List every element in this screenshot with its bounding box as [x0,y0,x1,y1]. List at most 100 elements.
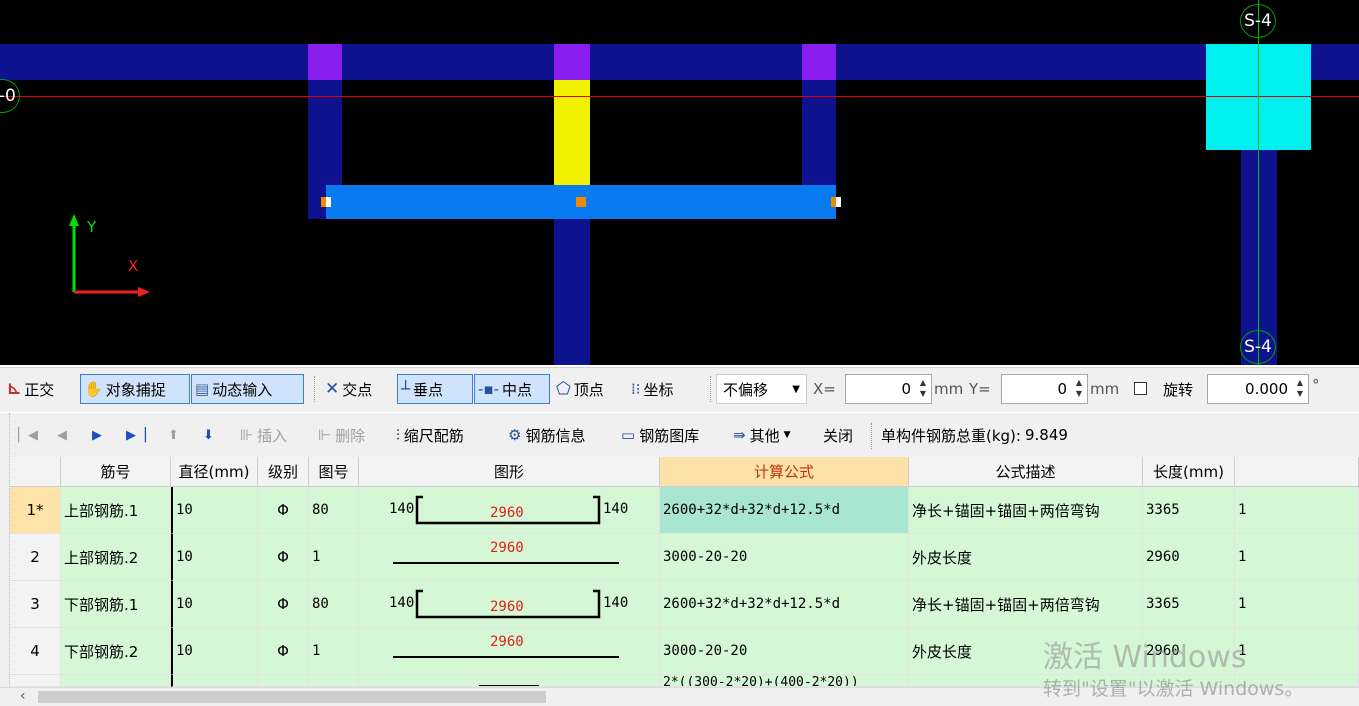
coordinate-snap-button[interactable]: ⁞⁝ 坐标 [628,374,677,404]
grade-cell[interactable]: Φ [258,487,309,534]
figure-no-cell[interactable] [309,675,359,687]
grade-cell[interactable]: Φ [258,628,309,675]
intersection-snap-button[interactable]: ✕ 交点 [322,374,375,404]
gridline-marker-bottom-right[interactable]: S-4 [1240,330,1276,364]
scrollbar-thumb[interactable] [38,691,546,703]
diameter-cell[interactable]: 10 [171,534,258,581]
description-cell[interactable]: 外皮长度 [909,534,1143,581]
rotate-angle-input[interactable]: 0.000 ▲ ▼ [1207,374,1309,404]
count-cell[interactable]: 1 [1235,628,1359,675]
grade-cell[interactable]: Φ [258,581,309,628]
column-header-length[interactable]: 长度(mm) [1143,457,1235,487]
ortho-button[interactable]: ⊾ 正交 [4,374,57,404]
shape-cell[interactable] [359,675,660,687]
rebar-id-cell[interactable]: 下部钢筋.2 [61,628,171,675]
rebar-library-button[interactable]: ▭ 钢筋图库 [621,413,699,457]
length-cell[interactable]: 3365 [1143,581,1235,628]
top-beam[interactable] [0,44,1359,80]
column-header-shape[interactable]: 图形 [359,457,660,487]
table-row[interactable]: 1* 上部钢筋.1 10 Φ 80 140 2960 140 2600+32*d… [10,487,1359,534]
length-cell[interactable]: 2960 [1143,534,1235,581]
figure-no-cell[interactable]: 80 [309,581,359,628]
move-up-icon[interactable]: ⬆ [168,413,179,457]
column-header-formula[interactable]: 计算公式 [660,457,909,487]
rebar-id-cell[interactable] [61,675,171,687]
table-row[interactable]: 3 下部钢筋.1 10 Φ 80 140 2960 140 2600+32*d+… [10,581,1359,628]
x-spinner-icon[interactable]: ▲ ▼ [917,377,929,401]
column-header-rebar-id[interactable]: 筋号 [61,457,171,487]
first-record-icon[interactable]: ▏◀ [18,413,38,457]
column-header-figure-no[interactable]: 图号 [309,457,359,487]
row-number[interactable]: 4 [10,628,61,675]
figure-no-cell[interactable]: 1 [309,534,359,581]
row-number[interactable]: 1* [10,487,61,534]
move-down-icon[interactable]: ⬇ [203,413,214,457]
formula-cell[interactable]: 2*((300-2*20)+(400-2*20)) [660,675,909,687]
row-number[interactable]: 3 [10,581,61,628]
beam-grip-right[interactable] [831,197,841,207]
rotate-spinner-icon[interactable]: ▲ ▼ [1294,377,1306,401]
figure-no-cell[interactable]: 80 [309,487,359,534]
midpoint-snap-button[interactable]: -▪- 中点 [474,374,550,404]
formula-cell[interactable]: 3000-20-20 [660,628,909,675]
scale-rebar-button[interactable]: ⫶ 缩尺配筋 [396,413,464,457]
formula-cell[interactable]: 2600+32*d+32*d+12.5*d [660,487,909,534]
diameter-cell[interactable] [171,675,258,687]
column-cap-right[interactable] [802,44,836,80]
last-record-icon[interactable]: ▶▕ [126,413,146,457]
object-snap-button[interactable]: ✋ 对象捕捉 [80,374,190,404]
table-row[interactable]: 2 上部钢筋.2 10 Φ 1 2960 3000-20-20 外皮长度 296… [10,534,1359,581]
shape-cell[interactable]: 2960 [359,534,660,581]
vertex-snap-button[interactable]: ⬠ 顶点 [553,374,607,404]
column-header-description[interactable]: 公式描述 [909,457,1143,487]
rebar-id-cell[interactable]: 上部钢筋.2 [61,534,171,581]
cad-drawing-canvas[interactable]: S-4 S-0 S-4 Y X [0,0,1359,365]
x-coordinate-input[interactable]: 0 ▲ ▼ [845,374,932,404]
prev-record-icon[interactable]: ◀ [57,413,67,457]
diameter-cell[interactable]: 10 [171,487,258,534]
column-header-count[interactable] [1235,457,1359,487]
dynamic-input-button[interactable]: ▤ 动态输入 [191,374,304,404]
formula-cell[interactable]: 3000-20-20 [660,534,909,581]
rebar-info-button[interactable]: ⚙ 钢筋信息 [508,413,585,457]
description-cell[interactable]: 净长+锚固+锚固+两倍弯钩 [909,487,1143,534]
delete-button[interactable]: ⊩ 删除 [318,413,365,457]
grade-cell[interactable]: Φ [258,534,309,581]
insert-button[interactable]: ⊪ 插入 [240,413,287,457]
length-cell[interactable]: 3365 [1143,487,1235,534]
diameter-cell[interactable]: 10 [171,581,258,628]
next-record-icon[interactable]: ▶ [92,413,102,457]
diameter-cell[interactable]: 10 [171,628,258,675]
y-coordinate-input[interactable]: 0 ▲ ▼ [1001,374,1088,404]
formula-cell[interactable]: 2600+32*d+32*d+12.5*d [660,581,909,628]
rotate-checkbox[interactable] [1134,382,1147,395]
other-menu-button[interactable]: ⇛ 其他 ▼ [733,413,791,457]
row-number[interactable] [10,675,61,687]
rebar-id-cell[interactable]: 下部钢筋.1 [61,581,171,628]
offset-select[interactable]: 不偏移 ▼ [716,374,807,404]
row-number[interactable]: 2 [10,534,61,581]
shape-cell[interactable]: 140 2960 140 [359,581,660,628]
column-header-grade[interactable]: 级别 [258,457,309,487]
perpendicular-snap-button[interactable]: ┴ 垂点 [397,374,473,404]
column-header-diameter[interactable]: 直径(mm) [171,457,258,487]
panel-gripper[interactable] [0,413,10,687]
grade-cell[interactable] [258,675,309,687]
count-cell[interactable]: 1 [1235,534,1359,581]
description-cell[interactable]: 净长+锚固+锚固+两倍弯钩 [909,581,1143,628]
y-spinner-icon[interactable]: ▲ ▼ [1073,377,1085,401]
scroll-left-icon[interactable]: ‹ [20,688,26,704]
count-cell[interactable]: 1 [1235,581,1359,628]
shape-cell[interactable]: 2960 [359,628,660,675]
column-cap-left[interactable] [308,44,342,80]
count-cell[interactable]: 1 [1235,487,1359,534]
gridline-marker-left[interactable]: S-0 [0,79,20,113]
close-button[interactable]: 关闭 [823,413,853,457]
beam-grip-mid[interactable] [576,197,586,207]
beam-grip-left[interactable] [321,197,331,207]
shape-cell[interactable]: 140 2960 140 [359,487,660,534]
column-cap-center[interactable] [554,44,590,80]
rebar-id-cell[interactable]: 上部钢筋.1 [61,487,171,534]
figure-no-cell[interactable]: 1 [309,628,359,675]
gridline-marker-top-right[interactable]: S-4 [1240,4,1276,38]
